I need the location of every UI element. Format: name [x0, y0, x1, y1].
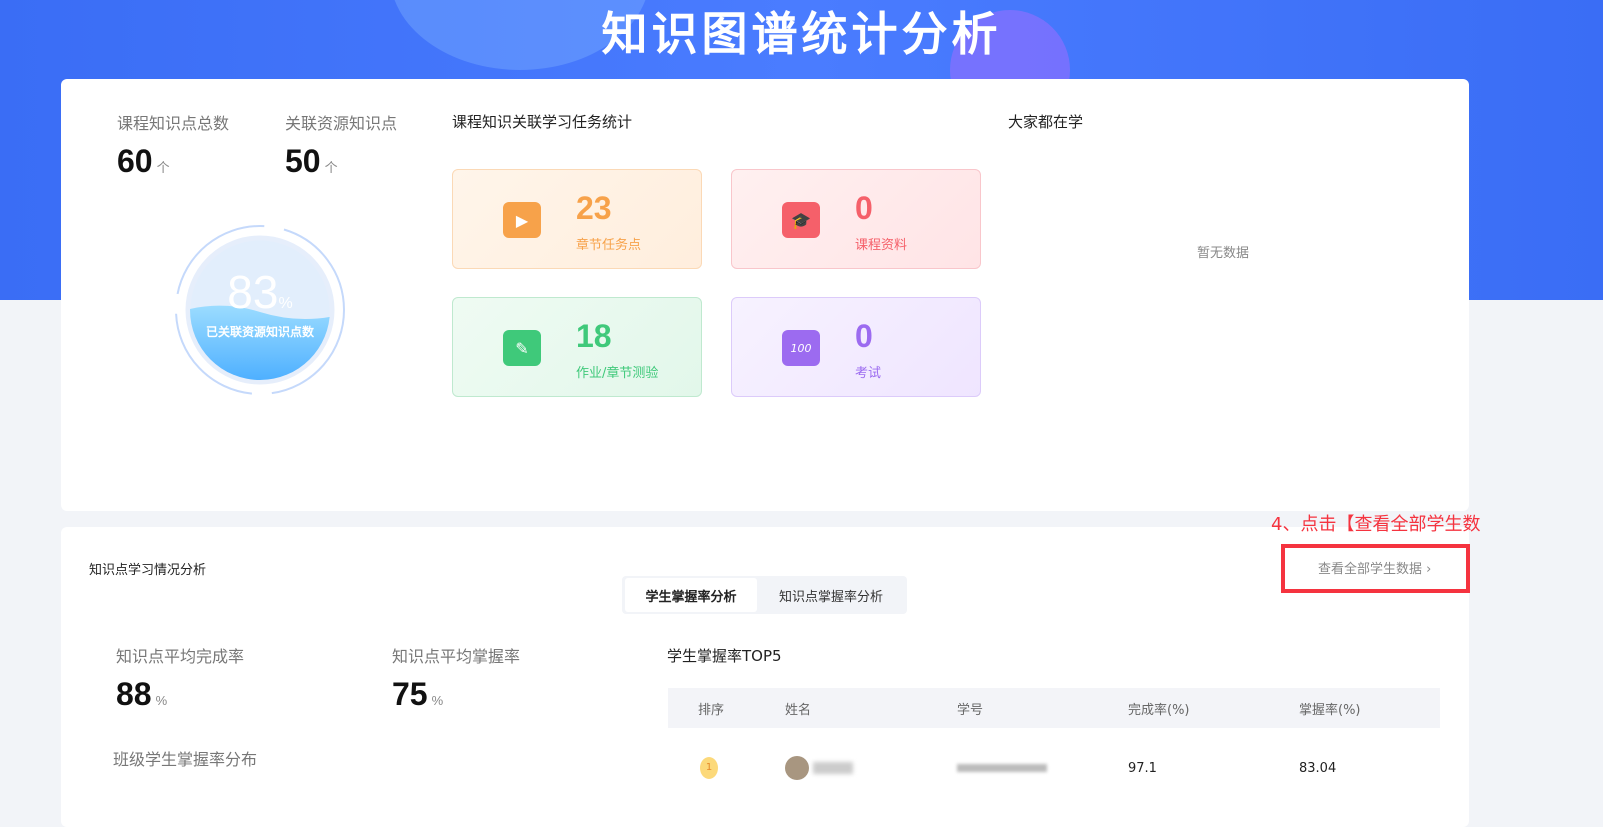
view-all-students-link[interactable]: 查看全部学生数据 › — [1318, 558, 1431, 577]
col-rank: 排序 — [668, 688, 785, 728]
linked-label: 关联资源知识点 — [285, 114, 398, 133]
learning-title: 大家都在学 — [1008, 113, 1084, 131]
linked-gauge: 83% 已关联资源知识点数 — [170, 220, 350, 400]
mastery-value: 83.04 — [1299, 760, 1337, 776]
annotation-text: 4、点击【查看全部学生数 — [1271, 514, 1481, 535]
avatar — [785, 756, 809, 780]
tile-label: 课程资料 — [855, 238, 908, 253]
top5-title: 学生掌握率TOP5 — [667, 647, 782, 665]
analysis-title: 知识点学习情况分析 — [89, 563, 207, 578]
tab-knowledge-mastery[interactable]: 知识点掌握率分析 — [757, 578, 905, 612]
tile-value: 0 — [855, 190, 873, 226]
tile-homework[interactable]: ✎ 18 作业/章节测验 — [452, 297, 702, 397]
exam-score-icon: 100 — [782, 330, 820, 366]
gold-medal-icon: 1 — [700, 757, 718, 779]
col-name: 姓名 — [785, 688, 957, 728]
graduation-cap-icon: 🎓 — [782, 202, 820, 238]
avg-completion-label: 知识点平均完成率 — [116, 647, 245, 666]
student-id-blurred — [957, 763, 1047, 772]
tile-exams[interactable]: 100 0 考试 — [731, 297, 981, 397]
gauge-percent: 83% — [227, 266, 293, 318]
tile-label: 章节任务点 — [576, 238, 642, 253]
completion-value: 97.1 — [1128, 760, 1157, 776]
page-title: 知识图谱统计分析 — [601, 7, 1002, 61]
avg-mastery-value: 75% — [392, 676, 444, 712]
col-id: 学号 — [957, 688, 1128, 728]
tile-chapter-tasks[interactable]: ▶ 23 章节任务点 — [452, 169, 702, 269]
tab-student-mastery[interactable]: 学生掌握率分析 — [625, 578, 757, 612]
empty-text: 暂无数据 — [1197, 246, 1250, 261]
top5-table: 排序 姓名 学号 完成率(%) 掌握率(%) 1 97.1 83.04 — [668, 688, 1440, 808]
col-mastery: 掌握率(%) — [1299, 688, 1440, 728]
distribution-label: 班级学生掌握率分布 — [113, 750, 258, 769]
avg-mastery-label: 知识点平均掌握率 — [392, 647, 521, 666]
linked-value: 50 个 — [285, 143, 338, 179]
gauge-label: 已关联资源知识点数 — [205, 325, 314, 339]
total-label: 课程知识点总数 — [117, 114, 230, 133]
task-stats-title: 课程知识关联学习任务统计 — [452, 113, 633, 131]
tile-label: 作业/章节测验 — [576, 366, 659, 381]
edit-icon: ✎ — [503, 330, 541, 366]
chevron-right-icon: › — [1426, 562, 1432, 577]
video-icon: ▶ — [503, 202, 541, 238]
total-value: 60 个 — [117, 143, 170, 179]
student-name-blurred — [813, 762, 853, 774]
col-completion: 完成率(%) — [1128, 688, 1299, 728]
tile-value: 0 — [855, 318, 873, 354]
avg-completion-value: 88% — [116, 676, 168, 712]
tile-label: 考试 — [855, 366, 882, 381]
tile-value: 18 — [576, 318, 612, 354]
tile-course-materials[interactable]: 🎓 0 课程资料 — [731, 169, 981, 269]
table-row[interactable]: 1 97.1 83.04 — [668, 728, 1440, 808]
table-header: 排序 姓名 学号 完成率(%) 掌握率(%) — [668, 688, 1440, 728]
tile-value: 23 — [576, 190, 612, 226]
